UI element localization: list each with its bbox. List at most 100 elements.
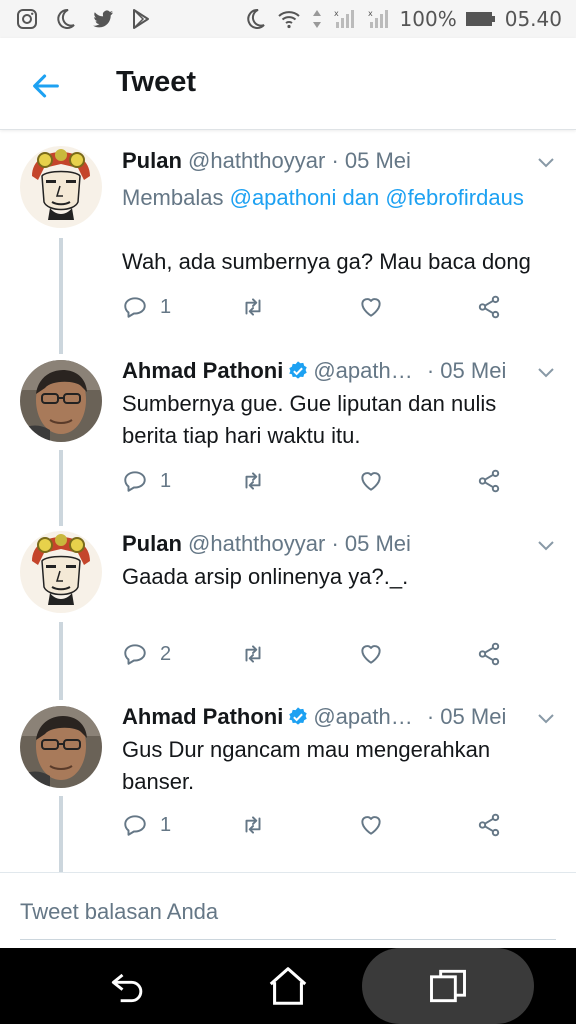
tweet-text: Gus Dur ngancam mau mengerahkan banser. — [122, 737, 491, 794]
retweet-icon — [245, 645, 261, 663]
reply-button[interactable]: 1 — [122, 466, 171, 496]
recents-nav-button[interactable] — [424, 962, 472, 1010]
share-button[interactable] — [476, 639, 502, 669]
share-icon — [478, 295, 500, 319]
tweet-actions: 1 — [122, 466, 522, 496]
instagram-icon — [14, 6, 40, 32]
tweet-actions: 1 — [122, 292, 522, 322]
author-handle[interactable]: @apath… — [313, 358, 412, 383]
retweet-button[interactable] — [240, 810, 266, 840]
like-button[interactable] — [358, 292, 384, 322]
reply-composer[interactable]: Tweet balasan Anda — [0, 872, 576, 948]
back-nav-button[interactable] — [104, 962, 152, 1010]
page-title: Tweet — [116, 66, 197, 98]
tweet-date[interactable]: · 05 Mei — [331, 531, 410, 556]
status-bar: x x 100% 05.40 — [0, 0, 576, 38]
heart-icon — [361, 816, 381, 835]
like-button[interactable] — [358, 466, 384, 496]
avatar[interactable] — [20, 531, 102, 613]
reply-icon — [124, 297, 146, 318]
author-handle[interactable]: @haththoyyar — [188, 148, 325, 173]
share-icon — [478, 642, 500, 666]
signal-icon: x — [332, 6, 358, 32]
home-nav-button[interactable] — [264, 962, 312, 1010]
chevron-down-icon[interactable] — [534, 533, 558, 557]
verified-badge-icon — [289, 707, 308, 725]
tweet-header: Ahmad Pathoni @apath… · 05 Mei — [122, 702, 506, 732]
mention-link[interactable]: @febrofirdaus — [385, 185, 524, 210]
heart-icon — [361, 472, 381, 491]
recent-apps-icon — [430, 969, 466, 1003]
chevron-down-icon[interactable] — [534, 360, 558, 384]
back-nav-icon — [111, 973, 143, 1003]
retweet-button[interactable] — [240, 292, 266, 322]
author-name[interactable]: Ahmad Pathoni — [122, 704, 283, 729]
tweet[interactable]: Pulan @haththoyyar · 05 Mei Gaada arsip … — [0, 529, 576, 679]
system-nav-bar — [0, 948, 576, 1024]
home-icon — [269, 967, 307, 1005]
reply-icon — [124, 815, 146, 836]
share-button[interactable] — [476, 810, 502, 840]
retweet-icon — [245, 816, 261, 834]
tweet-header: Pulan @haththoyyar · 05 Mei — [122, 529, 411, 559]
retweet-button[interactable] — [240, 639, 266, 669]
moon-icon — [52, 6, 78, 32]
reply-count: 2 — [160, 642, 172, 665]
replying-to: Membalas @apathoni dan @febrofirdaus — [122, 182, 552, 214]
reply-input[interactable]: Tweet balasan Anda — [20, 899, 218, 925]
reply-button[interactable]: 1 — [122, 292, 171, 322]
mention-link[interactable]: @apathoni — [230, 185, 337, 210]
avatar[interactable] — [20, 146, 102, 228]
tweet[interactable]: Ahmad Pathoni @apath… · 05 Mei Sumbernya … — [0, 356, 576, 506]
tweet-date[interactable]: · 05 Mei — [331, 148, 410, 173]
share-button[interactable] — [476, 466, 502, 496]
reply-button[interactable]: 2 — [122, 639, 171, 669]
author-name[interactable]: Pulan — [122, 531, 182, 556]
mention-link[interactable]: dan — [342, 185, 379, 210]
like-button[interactable] — [358, 810, 384, 840]
reply-count: 1 — [160, 469, 172, 492]
tweet-actions: 2 — [122, 639, 522, 669]
reply-button[interactable]: 1 — [122, 810, 171, 840]
chevron-down-icon[interactable] — [534, 150, 558, 174]
author-name[interactable]: Ahmad Pathoni — [122, 358, 283, 383]
chevron-down-icon[interactable] — [534, 706, 558, 730]
reply-icon — [124, 644, 146, 665]
retweet-button[interactable] — [240, 466, 266, 496]
replying-to-label: Membalas — [122, 185, 224, 210]
moon-icon — [242, 6, 268, 32]
tweet-date[interactable]: · 05 Mei — [427, 704, 506, 729]
like-button[interactable] — [358, 639, 384, 669]
twitter-icon — [90, 6, 116, 32]
clock: 05.40 — [504, 7, 562, 31]
heart-icon — [361, 298, 381, 317]
author-name[interactable]: Pulan — [122, 148, 182, 173]
avatar[interactable] — [20, 706, 102, 788]
tweet[interactable]: Ahmad Pathoni @apath… · 05 Mei Gus Dur ng… — [0, 702, 576, 852]
back-button[interactable] — [26, 66, 66, 106]
play-store-icon — [128, 6, 154, 32]
tweet[interactable]: Pulan @haththoyyar · 05 Mei Membalas @ap… — [0, 146, 576, 336]
tweet-date[interactable]: · 05 Mei — [427, 358, 506, 383]
reply-input-underline — [20, 939, 556, 940]
tweet-text: Wah, ada sumbernya ga? Mau baca dong — [122, 249, 531, 274]
tweet-header: Ahmad Pathoni @apath… · 05 Mei — [122, 356, 506, 386]
author-handle[interactable]: @apath… — [313, 704, 412, 729]
data-arrows-icon — [310, 6, 324, 32]
battery-icon — [465, 6, 497, 32]
verified-badge-icon — [289, 361, 308, 379]
retweet-icon — [245, 298, 261, 316]
reply-count: 1 — [160, 813, 172, 836]
share-button[interactable] — [476, 292, 502, 322]
wifi-icon — [276, 6, 302, 32]
heart-icon — [361, 645, 381, 664]
reply-count: 1 — [160, 295, 172, 318]
tweet-header: Pulan @haththoyyar · 05 Mei — [122, 146, 411, 176]
signal-icon: x — [366, 6, 392, 32]
share-icon — [478, 469, 500, 493]
battery-percent: 100% — [399, 7, 457, 31]
reply-icon — [124, 471, 146, 492]
avatar[interactable] — [20, 360, 102, 442]
retweet-icon — [245, 472, 261, 490]
author-handle[interactable]: @haththoyyar — [188, 531, 325, 556]
